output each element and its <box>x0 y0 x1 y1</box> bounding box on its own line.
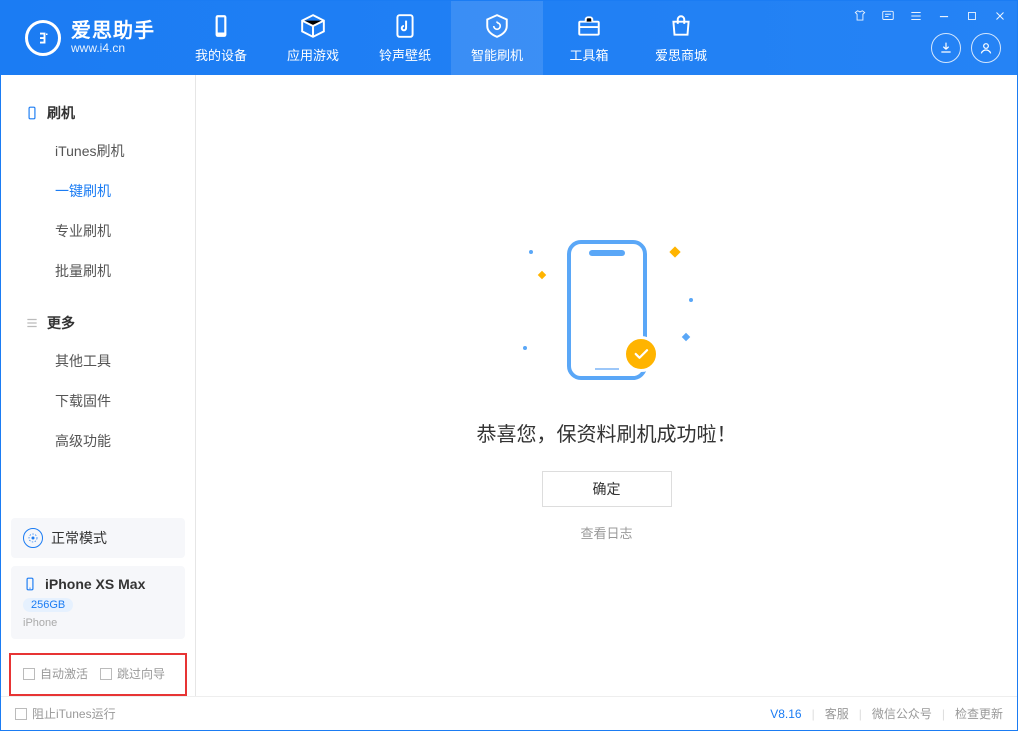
device-name: iPhone XS Max <box>45 576 145 592</box>
section-title-label: 更多 <box>47 313 75 333</box>
tab-my-device[interactable]: 我的设备 <box>175 1 267 75</box>
device-card[interactable]: iPhone XS Max 256GB iPhone <box>11 566 185 639</box>
check-badge-icon <box>623 336 659 372</box>
sparkle-icon <box>537 270 545 278</box>
app-name-cn: 爱思助手 <box>71 20 155 42</box>
view-log-link[interactable]: 查看日志 <box>580 523 632 542</box>
header-circle-buttons <box>931 33 1001 63</box>
success-message: 恭喜您，保资料刷机成功啦！ <box>477 418 737 447</box>
phone-icon <box>25 106 39 120</box>
app-name-en: www.i4.cn <box>71 42 155 55</box>
tab-label: 工具箱 <box>569 45 608 64</box>
dot-icon <box>523 346 527 350</box>
logo: 爱思助手 www.i4.cn <box>1 20 175 56</box>
dot-icon <box>689 298 693 302</box>
tab-label: 爱思商城 <box>655 45 707 64</box>
checkbox-block-itunes[interactable]: 阻止iTunes运行 <box>15 705 116 722</box>
sparkle-icon <box>681 332 689 340</box>
minimize-icon[interactable] <box>935 7 953 25</box>
section-title-label: 刷机 <box>47 103 75 123</box>
footer-link-update[interactable]: 检查更新 <box>955 705 1003 722</box>
bag-icon <box>668 13 694 39</box>
checkbox-label: 跳过向导 <box>117 665 165 682</box>
mode-label: 正常模式 <box>51 528 107 548</box>
checkbox-skip-guide[interactable]: 跳过向导 <box>100 665 165 682</box>
dot-icon <box>529 250 533 254</box>
mode-icon <box>23 528 43 548</box>
logo-icon <box>25 20 61 56</box>
checkbox-box <box>23 668 35 680</box>
sidebar-item-itunes-flash[interactable]: iTunes刷机 <box>1 131 195 171</box>
tab-toolbox[interactable]: 工具箱 <box>543 1 635 75</box>
logo-text: 爱思助手 www.i4.cn <box>71 20 155 55</box>
footer-right: V8.16 | 客服 | 微信公众号 | 检查更新 <box>770 705 1003 722</box>
status-bar: 阻止iTunes运行 V8.16 | 客服 | 微信公众号 | 检查更新 <box>1 696 1017 730</box>
close-icon[interactable] <box>991 7 1009 25</box>
body: 刷机 iTunes刷机 一键刷机 专业刷机 批量刷机 更多 其他工具 下载固件 … <box>1 75 1017 696</box>
tab-store[interactable]: 爱思商城 <box>635 1 727 75</box>
sidebar-item-oneclick-flash[interactable]: 一键刷机 <box>1 171 195 211</box>
app-window: 爱思助手 www.i4.cn 我的设备 应用游戏 铃声壁纸 智能刷机 <box>0 0 1018 731</box>
shield-refresh-icon <box>484 13 510 39</box>
mode-card[interactable]: 正常模式 <box>11 518 185 558</box>
shirt-icon[interactable] <box>851 7 869 25</box>
sidebar-checkboxes-highlighted: 自动激活 跳过向导 <box>9 653 187 696</box>
tab-label: 应用游戏 <box>287 45 339 64</box>
sidebar-item-download-firmware[interactable]: 下载固件 <box>1 381 195 421</box>
checkbox-auto-activate[interactable]: 自动激活 <box>23 665 88 682</box>
main-panel: 恭喜您，保资料刷机成功啦！ 确定 查看日志 <box>196 75 1017 696</box>
tab-apps[interactable]: 应用游戏 <box>267 1 359 75</box>
checkbox-label: 阻止iTunes运行 <box>32 705 116 722</box>
sidebar-item-other-tools[interactable]: 其他工具 <box>1 341 195 381</box>
checkbox-box <box>15 708 27 720</box>
checkbox-box <box>100 668 112 680</box>
version-label: V8.16 <box>770 707 801 721</box>
tab-label: 铃声壁纸 <box>379 45 431 64</box>
success-illustration <box>517 230 697 390</box>
sidebar: 刷机 iTunes刷机 一键刷机 专业刷机 批量刷机 更多 其他工具 下载固件 … <box>1 75 196 696</box>
device-icon <box>208 13 234 39</box>
sparkle-icon <box>669 246 680 257</box>
music-file-icon <box>392 13 418 39</box>
titlebar: 爱思助手 www.i4.cn 我的设备 应用游戏 铃声壁纸 智能刷机 <box>1 1 1017 75</box>
briefcase-icon <box>576 13 602 39</box>
maximize-icon[interactable] <box>963 7 981 25</box>
menu-icon[interactable] <box>907 7 925 25</box>
header-tabs: 我的设备 应用游戏 铃声壁纸 智能刷机 工具箱 爱思商城 <box>175 1 727 75</box>
window-controls <box>851 7 1009 25</box>
list-icon <box>25 316 39 330</box>
sidebar-section-more: 更多 <box>1 305 195 341</box>
sidebar-content: 刷机 iTunes刷机 一键刷机 专业刷机 批量刷机 更多 其他工具 下载固件 … <box>1 75 195 512</box>
footer-link-support[interactable]: 客服 <box>825 705 849 722</box>
device-capacity: 256GB <box>23 598 73 612</box>
download-button[interactable] <box>931 33 961 63</box>
sidebar-section-flash: 刷机 <box>1 95 195 131</box>
device-type: iPhone <box>23 617 173 629</box>
device-head: iPhone XS Max <box>23 576 173 592</box>
user-button[interactable] <box>971 33 1001 63</box>
tab-label: 我的设备 <box>195 45 247 64</box>
sidebar-item-batch-flash[interactable]: 批量刷机 <box>1 251 195 291</box>
sidebar-cards: 正常模式 iPhone XS Max 256GB iPhone <box>1 512 195 645</box>
ok-button[interactable]: 确定 <box>542 471 672 507</box>
tab-flash[interactable]: 智能刷机 <box>451 1 543 75</box>
tab-label: 智能刷机 <box>471 45 523 64</box>
cube-icon <box>300 13 326 39</box>
footer-link-wechat[interactable]: 微信公众号 <box>872 705 932 722</box>
tab-ringtones[interactable]: 铃声壁纸 <box>359 1 451 75</box>
feedback-icon[interactable] <box>879 7 897 25</box>
sidebar-item-advanced[interactable]: 高级功能 <box>1 421 195 461</box>
checkbox-label: 自动激活 <box>40 665 88 682</box>
sidebar-item-pro-flash[interactable]: 专业刷机 <box>1 211 195 251</box>
phone-icon <box>23 577 37 591</box>
